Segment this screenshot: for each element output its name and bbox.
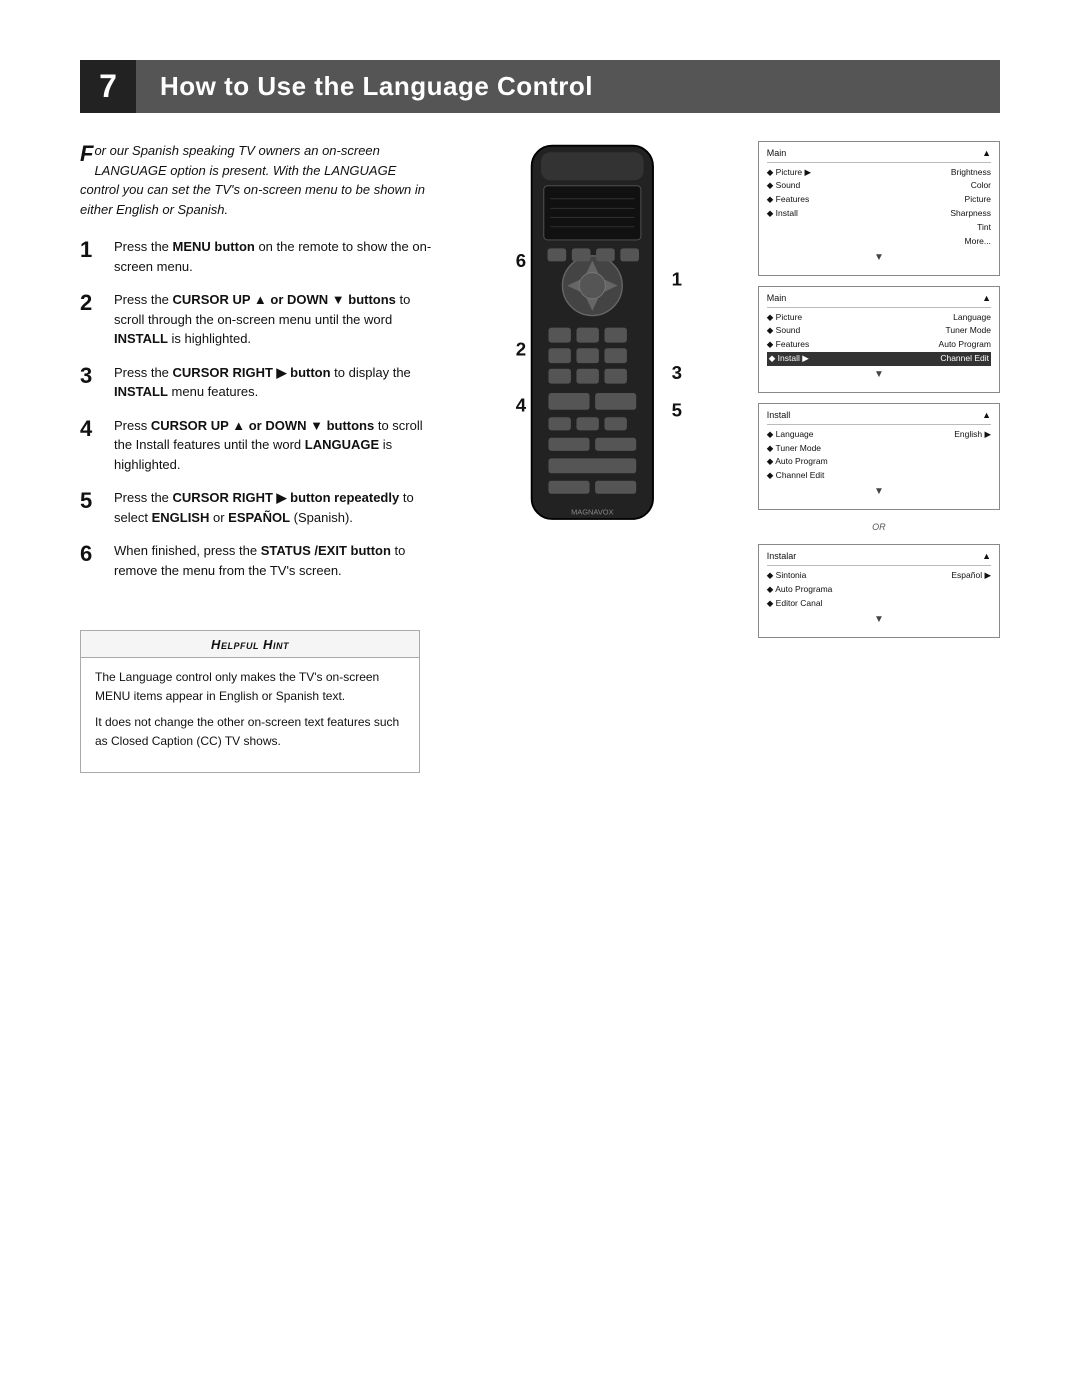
helpful-hint-box: Helpful Hint The Language control only m…	[80, 630, 420, 773]
screen3-title-row: Install ▲	[767, 409, 991, 425]
screen1-row-5: Tint	[767, 221, 991, 235]
screen3-row-3: ◆ Auto Program	[767, 455, 991, 469]
screen1-title-row: Main ▲	[767, 147, 991, 163]
step-text-3: Press the CURSOR RIGHT ▶ button to displ…	[114, 363, 435, 402]
hint-paragraph-1: The Language control only makes the TV's…	[95, 668, 405, 705]
chapter-number: 7	[80, 60, 136, 113]
step-text-4: Press CURSOR UP ▲ or DOWN ▼ buttons to s…	[114, 416, 435, 475]
hint-paragraph-2: It does not change the other on-screen t…	[95, 713, 405, 750]
svg-text:2: 2	[515, 339, 525, 360]
screen2-row-2: ◆ SoundTuner Mode	[767, 324, 991, 338]
step-3: 3 Press the CURSOR RIGHT ▶ button to dis…	[80, 363, 435, 402]
step-number-4: 4	[80, 416, 108, 442]
screen4-title: Instalar	[767, 550, 797, 563]
step-text-1: Press the MENU button on the remote to s…	[114, 237, 435, 276]
drop-cap: F	[80, 143, 93, 165]
step-2: 2 Press the CURSOR UP ▲ or DOWN ▼ button…	[80, 290, 435, 349]
screen4-row-1: ◆ SintoniaEspañol ▶	[767, 569, 991, 583]
step-1: 1 Press the MENU button on the remote to…	[80, 237, 435, 276]
screen3-row-2: ◆ Tuner Mode	[767, 442, 991, 456]
step-number-6: 6	[80, 541, 108, 567]
screen1-row-3: ◆ FeaturesPicture	[767, 193, 991, 207]
title-bar: 7 How to Use the Language Control	[80, 60, 1000, 113]
screen2-title: Main	[767, 292, 787, 305]
screen3-row-4: ◆ Channel Edit	[767, 469, 991, 483]
main-content: For our Spanish speaking TV owners an on…	[80, 141, 1000, 773]
svg-text:4: 4	[515, 395, 526, 416]
screen2-title-row: Main ▲	[767, 292, 991, 308]
remote-svg: MAGNAVOX 6 1 2 4 3 5	[492, 141, 702, 561]
screen-diagram-1: Main ▲ ◆ Picture ▶Brightness ◆ SoundColo…	[758, 141, 1000, 276]
right-column: Main ▲ ◆ Picture ▶Brightness ◆ SoundColo…	[758, 141, 1000, 773]
screen3-title: Install	[767, 409, 791, 422]
step-number-1: 1	[80, 237, 108, 263]
screen-diagram-2: Main ▲ ◆ PictureLanguage ◆ SoundTuner Mo…	[758, 286, 1000, 393]
screen3-down-arrow: ▼	[767, 485, 991, 499]
screen3-row-1: ◆ LanguageEnglish ▶	[767, 428, 991, 442]
screen3-arrow: ▲	[982, 409, 991, 422]
left-column: For our Spanish speaking TV owners an on…	[80, 141, 435, 773]
hint-body: The Language control only makes the TV's…	[81, 658, 419, 750]
screen1-row-6: More...	[767, 235, 991, 249]
screen-diagram-4: Instalar ▲ ◆ SintoniaEspañol ▶ ◆ Auto Pr…	[758, 544, 1000, 637]
screen2-row-4-selected: ◆ Install ▶Channel Edit	[767, 352, 991, 366]
screen2-down-arrow: ▼	[767, 368, 991, 382]
screen1-title: Main	[767, 147, 787, 160]
screen4-title-row: Instalar ▲	[767, 550, 991, 566]
center-column: MAGNAVOX 6 1 2 4 3 5	[459, 141, 734, 773]
remote-control-image: MAGNAVOX 6 1 2 4 3 5	[492, 141, 702, 581]
screen1-arrow: ▲	[982, 147, 991, 160]
step-5: 5 Press the CURSOR RIGHT ▶ button repeat…	[80, 488, 435, 527]
screen1-row-2: ◆ SoundColor	[767, 179, 991, 193]
or-divider: OR	[758, 522, 1000, 532]
step-text-5: Press the CURSOR RIGHT ▶ button repeated…	[114, 488, 435, 527]
intro-paragraph: For our Spanish speaking TV owners an on…	[80, 141, 435, 219]
step-number-3: 3	[80, 363, 108, 389]
screen4-down-arrow: ▼	[767, 613, 991, 627]
screen1-down-arrow: ▼	[767, 251, 991, 265]
screen4-row-2: ◆ Auto Programa	[767, 583, 991, 597]
screen2-row-3: ◆ FeaturesAuto Program	[767, 338, 991, 352]
page-title: How to Use the Language Control	[136, 60, 1000, 113]
screen2-arrow: ▲	[982, 292, 991, 305]
step-4: 4 Press CURSOR UP ▲ or DOWN ▼ buttons to…	[80, 416, 435, 475]
screen-diagram-3: Install ▲ ◆ LanguageEnglish ▶ ◆ Tuner Mo…	[758, 403, 1000, 510]
step-number-5: 5	[80, 488, 108, 514]
svg-text:MAGNAVOX: MAGNAVOX	[571, 507, 614, 516]
screen4-row-3: ◆ Editor Canal	[767, 597, 991, 611]
screen4-arrow: ▲	[982, 550, 991, 563]
screen2-row-1: ◆ PictureLanguage	[767, 311, 991, 325]
hint-title: Helpful Hint	[81, 631, 419, 658]
step-text-6: When finished, press the STATUS /EXIT bu…	[114, 541, 435, 580]
screen1-row-4: ◆ InstallSharpness	[767, 207, 991, 221]
svg-text:5: 5	[671, 399, 681, 420]
screen1-row-1: ◆ Picture ▶Brightness	[767, 166, 991, 180]
svg-text:1: 1	[671, 269, 681, 290]
step-6: 6 When finished, press the STATUS /EXIT …	[80, 541, 435, 580]
step-number-2: 2	[80, 290, 108, 316]
svg-text:6: 6	[515, 250, 525, 271]
step-text-2: Press the CURSOR UP ▲ or DOWN ▼ buttons …	[114, 290, 435, 349]
svg-text:3: 3	[671, 362, 681, 383]
